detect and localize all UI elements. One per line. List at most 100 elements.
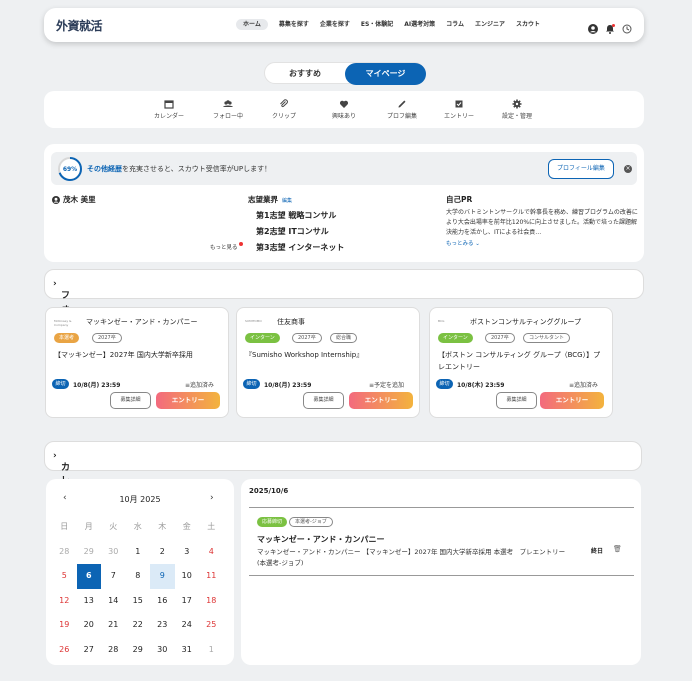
calendar-day[interactable]: 20 [77, 613, 102, 638]
nav-find-companies[interactable]: 企業を探す [320, 19, 350, 30]
calendar-day[interactable]: 29 [77, 540, 102, 565]
calendar-day[interactable]: 4 [199, 540, 224, 565]
weekday-3: 水 [133, 522, 142, 531]
tab-mypage[interactable]: マイページ [345, 63, 426, 85]
nav-ai[interactable]: AI選考対策 [404, 19, 435, 30]
company-name: マッキンゼー・アンド・カンパニー [86, 318, 198, 326]
menu-clip[interactable]: クリップ [254, 99, 314, 120]
nav-es[interactable]: ES・体験記 [361, 19, 393, 30]
trash-icon[interactable]: 🗑 [613, 545, 622, 553]
entry-button[interactable]: エントリー [156, 392, 220, 409]
event-allday: 終日 [591, 548, 604, 555]
job-card-3[interactable]: BCG ボストンコンサルティンググループ インターン 2027卒 コンサルタント… [429, 307, 613, 418]
progress-percent: 69% [63, 166, 77, 173]
menu-following[interactable]: フォロー中 [198, 99, 258, 120]
job-title[interactable]: 【ボストン コンサルティング グループ（BCG）】プレエントリー [438, 349, 606, 373]
calendar-day[interactable]: 25 [199, 613, 224, 638]
history-icon[interactable] [622, 19, 632, 34]
deadline-badge: 締切 [436, 379, 453, 389]
calendar-status[interactable]: ≡追加済み [185, 380, 214, 389]
entry-button[interactable]: エントリー [540, 392, 604, 409]
entry-button[interactable]: エントリー [349, 392, 413, 409]
job-detail-button[interactable]: 募集詳細 [110, 392, 151, 409]
self-pr-more-link[interactable]: もっとみる ⌄ [446, 239, 480, 247]
nav-engineer[interactable]: エンジニア [475, 19, 505, 30]
people-icon [223, 100, 233, 107]
divider [249, 575, 634, 576]
menu-settings[interactable]: 設定・管理 [487, 99, 547, 120]
calendar-day[interactable]: 11 [199, 564, 224, 589]
menu-interest[interactable]: 興味あり [314, 99, 374, 120]
motto-more-link[interactable]: もっと見る [210, 243, 238, 251]
calendar-day[interactable]: 8 [126, 564, 151, 589]
event-pill-deadline: 応募締切 [257, 517, 288, 527]
job-detail-button[interactable]: 募集詳細 [303, 392, 344, 409]
menu-entry[interactable]: エントリー [429, 99, 489, 120]
job-card-1[interactable]: McKinsey & Company マッキンゼー・アンド・カンパニー 本選考 … [45, 307, 229, 418]
job-card-2[interactable]: SUMITOMO 住友商事 インターン 2027卒 総合職 『Sumisho W… [236, 307, 420, 418]
calendar-day[interactable]: 29 [126, 638, 151, 663]
calendar-day[interactable]: 6 [76, 564, 101, 589]
event-company[interactable]: マッキンゼー・アンド・カンパニー [257, 534, 384, 545]
user-icon[interactable] [588, 19, 598, 34]
calendar-day[interactable]: 12 [52, 589, 77, 614]
bell-icon[interactable] [605, 19, 615, 34]
calendar-status[interactable]: ≡追加済み [569, 380, 598, 389]
profile-progress-banner: 69% その他経歴を充実させると、スカウト受信率がUPします！ プロフィール編集… [51, 152, 637, 185]
nav-home[interactable]: ホーム [236, 19, 268, 30]
notice-dot [239, 242, 243, 246]
calendar-day[interactable]: 13 [77, 589, 102, 614]
calendar-day[interactable]: 30 [150, 638, 175, 663]
month-label: 10月 2025 [119, 495, 161, 504]
nav-column[interactable]: コラム [446, 19, 464, 30]
weekday-0: 日 [60, 522, 69, 531]
job-detail-button[interactable]: 募集詳細 [496, 392, 537, 409]
divider [249, 507, 634, 508]
deadline-badge: 締切 [243, 379, 260, 389]
calendar-day[interactable]: 31 [175, 638, 200, 663]
pref-edit-link[interactable]: 編集 [282, 198, 292, 204]
profile-edit-button[interactable]: プロフィール編集 [548, 159, 614, 179]
calendar-day[interactable]: 15 [126, 589, 151, 614]
calendar-day[interactable]: 28 [101, 638, 126, 663]
calendar-day[interactable]: 24 [175, 613, 200, 638]
calendar-day[interactable]: 7 [101, 564, 126, 589]
self-pr-title: 自己PR [446, 195, 473, 204]
calendar-day[interactable]: 9 [150, 564, 175, 589]
calendar-day[interactable]: 2 [150, 540, 175, 565]
weekday-2: 火 [109, 522, 118, 531]
calendar-day[interactable]: 30 [101, 540, 126, 565]
calendar-day[interactable]: 21 [101, 613, 126, 638]
calendar-day[interactable]: 23 [150, 613, 175, 638]
calendar-day[interactable]: 1 [199, 638, 224, 663]
calendar-day[interactable]: 16 [150, 589, 175, 614]
tab-recommended[interactable]: おすすめ [265, 63, 345, 85]
calendar-day[interactable]: 22 [126, 613, 151, 638]
calendar-day[interactable]: 3 [175, 540, 200, 565]
calendar-day[interactable]: 10 [175, 564, 200, 589]
site-logo[interactable]: 外資就活 [56, 17, 103, 34]
calendar-day[interactable]: 28 [52, 540, 77, 565]
job-title[interactable]: 『Sumisho Workshop Internship』 [245, 349, 413, 361]
nav-find-jobs[interactable]: 募集を探す [279, 19, 309, 30]
close-icon[interactable]: × [624, 165, 632, 173]
job-title[interactable]: 【マッキンゼー】2027年 国内大学新卒採用 [54, 349, 222, 361]
calendar-day[interactable]: 5 [52, 564, 77, 589]
calendar-day[interactable]: 26 [52, 638, 77, 663]
calendar-status[interactable]: ≡予定を追加 [369, 380, 404, 389]
calendar-day[interactable]: 27 [77, 638, 102, 663]
calendar-day[interactable]: 19 [52, 613, 77, 638]
calendar-day[interactable]: 14 [101, 589, 126, 614]
menu-calendar[interactable]: カレンダー [139, 99, 199, 120]
next-month-icon[interactable]: › [210, 493, 214, 503]
weekday-6: 土 [207, 522, 216, 531]
follow-section-header[interactable]: フォロー企業の募集 › [44, 269, 644, 405]
calendar-day[interactable]: 17 [175, 589, 200, 614]
calendar-day[interactable]: 18 [199, 589, 224, 614]
menu-profile-edit[interactable]: プロフ編集 [372, 99, 432, 120]
nav-scout[interactable]: スカウト [516, 19, 540, 30]
calendar-section-header[interactable]: カレンダー › [44, 441, 642, 525]
calendar-day[interactable]: 1 [126, 540, 151, 565]
page-tabs: おすすめ マイページ [264, 62, 426, 85]
entry-icon [455, 100, 463, 108]
